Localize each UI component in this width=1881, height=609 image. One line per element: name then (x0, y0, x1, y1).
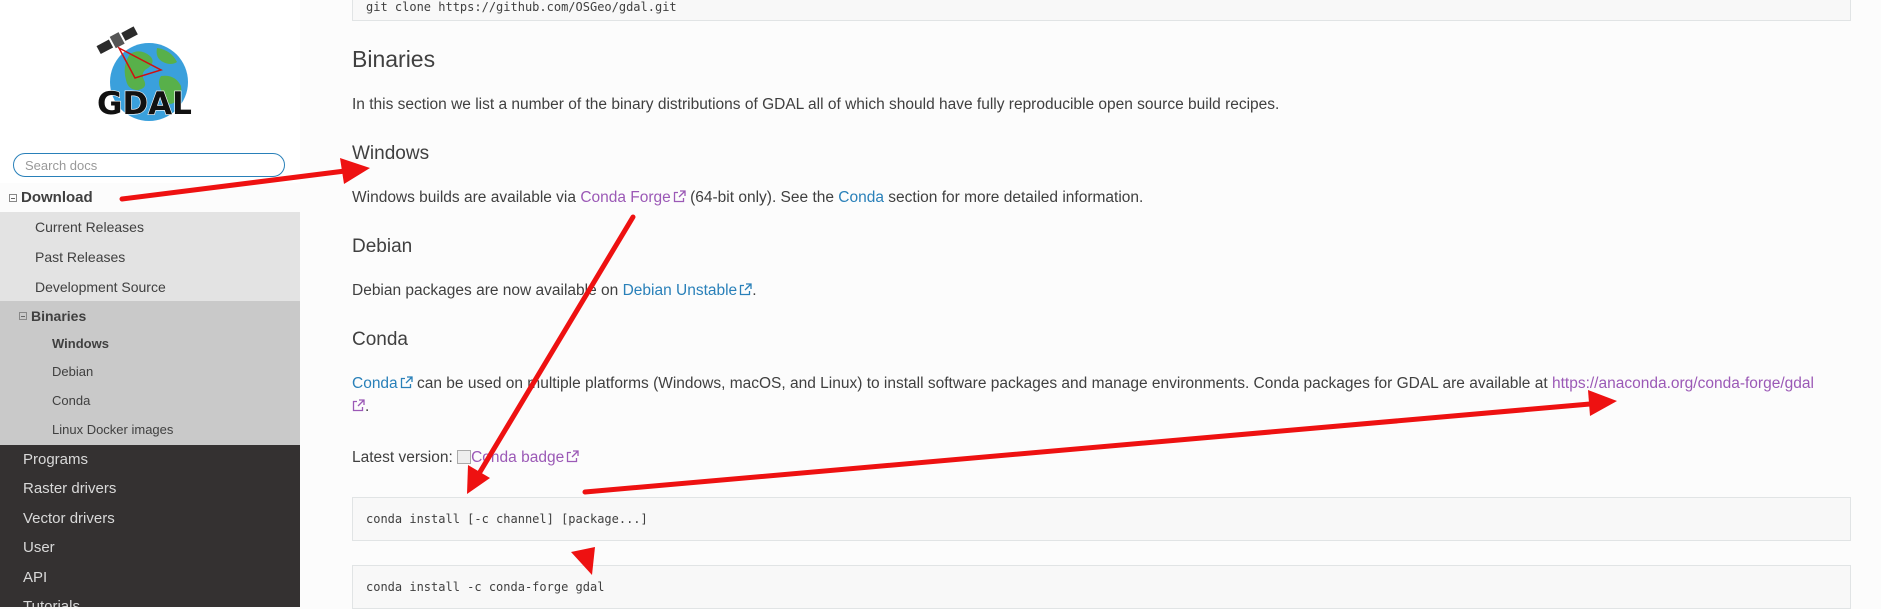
badge-alt-text: Conda badge (471, 449, 565, 466)
svg-text:GDAL: GDAL (97, 86, 192, 122)
windows-heading: Windows (352, 143, 430, 164)
sidebar-item-programs[interactable]: Programs (0, 444, 300, 474)
debian-unstable-link[interactable]: Debian Unstable (623, 282, 753, 299)
external-link-icon (567, 450, 579, 463)
collapse-icon[interactable] (19, 311, 27, 320)
link-text: Conda Forge (580, 189, 671, 206)
sidebar-item-current-releases[interactable]: Current Releases (0, 212, 300, 242)
sidebar-item-windows[interactable]: Windows (0, 329, 300, 358)
external-link-icon (400, 376, 413, 389)
conda-heading: Conda (352, 329, 408, 350)
anaconda-external-link[interactable] (352, 398, 365, 415)
sidebar-item-past-releases[interactable]: Past Releases (0, 242, 300, 272)
paragraph-text: . (752, 282, 757, 299)
sidebar-item-tutorials[interactable]: Tutorials (0, 591, 300, 608)
sidebar-item-label: Download (21, 189, 93, 206)
link-text: Conda (352, 375, 398, 392)
sidebar-item-vector-drivers[interactable]: Vector drivers (0, 503, 300, 533)
external-link-icon (740, 283, 752, 296)
debian-heading: Debian (352, 236, 413, 257)
sidebar-item-development-source[interactable]: Development Source (0, 272, 300, 302)
paragraph-text: (64-bit only). See the (685, 189, 839, 206)
conda-badge-link[interactable]: Conda badge (457, 449, 579, 466)
sidebar-item-binaries[interactable]: Binaries (0, 301, 300, 330)
sidebar-item-download[interactable]: Download (0, 183, 300, 212)
binaries-intro: In this section we list a number of the … (352, 96, 1280, 113)
code-text: git clone https://github.com/OSGeo/gdal.… (366, 0, 677, 14)
sidebar-item-api[interactable]: API (0, 562, 300, 592)
latest-version-line: Latest version: Conda badge (352, 449, 579, 467)
gdal-logo[interactable]: GDAL (95, 14, 205, 126)
broken-image-icon (457, 450, 472, 464)
sidebar-item-linux-docker-images[interactable]: Linux Docker images (0, 414, 300, 445)
sidebar-item-debian[interactable]: Debian (0, 357, 300, 386)
main-content: git clone https://github.com/OSGeo/gdal.… (300, 0, 1881, 609)
debian-paragraph: Debian packages are now available on Deb… (352, 282, 757, 300)
binaries-heading: Binaries (352, 46, 436, 72)
paragraph-text: . (365, 398, 370, 415)
conda-paragraph: Conda can be used on multiple platforms … (352, 375, 1814, 393)
sidebar-item-conda[interactable]: Conda (0, 386, 300, 415)
anaconda-gdal-link[interactable]: https://anaconda.org/conda-forge/gdal (1552, 375, 1814, 392)
paragraph-text: Windows builds are available via (352, 189, 581, 206)
external-link-icon (352, 399, 365, 412)
search-input[interactable] (13, 153, 285, 177)
code-text: conda install -c conda-forge gdal (366, 580, 605, 594)
code-block-conda-install-gdal: conda install -c conda-forge gdal (352, 565, 1851, 609)
conda-paragraph-continued: . (352, 398, 369, 416)
conda-forge-link[interactable]: Conda Forge (580, 189, 686, 206)
conda-link[interactable]: Conda (352, 375, 413, 392)
sidebar-item-user[interactable]: User (0, 532, 300, 562)
sidebar-item-raster-drivers[interactable]: Raster drivers (0, 473, 300, 503)
latest-version-label: Latest version: (352, 449, 458, 466)
sidebar: GDAL Download Current Releases Past Rele… (0, 0, 300, 607)
external-link-icon (673, 190, 686, 203)
code-block-git-clone: git clone https://github.com/OSGeo/gdal.… (352, 0, 1851, 21)
code-block-conda-install-generic: conda install [-c channel] [package...] (352, 497, 1851, 541)
collapse-icon[interactable] (9, 193, 17, 202)
sidebar-header: GDAL (0, 0, 300, 212)
link-text: Debian Unstable (622, 282, 738, 299)
code-text: conda install [-c channel] [package...] (366, 512, 648, 526)
sidebar-item-label: Binaries (31, 307, 87, 324)
conda-section-link[interactable]: Conda (838, 189, 884, 206)
windows-paragraph: Windows builds are available via Conda F… (352, 189, 1143, 207)
paragraph-text: section for more detailed information. (883, 189, 1144, 206)
paragraph-text: Debian packages are now available on (352, 282, 623, 299)
paragraph-text: can be used on multiple platforms (Windo… (412, 375, 1552, 392)
